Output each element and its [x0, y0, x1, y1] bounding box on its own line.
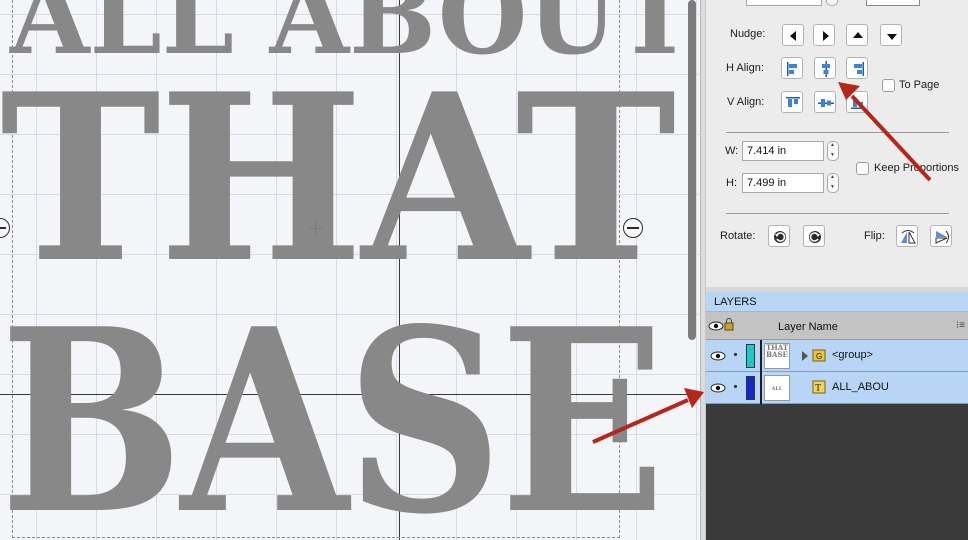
layers-column-header: Layer Name ⁝≡: [706, 312, 968, 340]
height-label: H:: [726, 177, 737, 189]
canvas-vertical-scrollbar[interactable]: [688, 0, 696, 340]
align-left-button[interactable]: [781, 57, 803, 79]
layers-empty-area: [706, 404, 968, 540]
rotate-ccw-button[interactable]: [768, 225, 790, 247]
v-align-label: V Align:: [727, 96, 765, 108]
layers-title: LAYERS: [714, 296, 757, 308]
lock-icon[interactable]: [724, 318, 734, 331]
rotate-cw-icon: [809, 231, 821, 243]
nudge-left-button[interactable]: [782, 24, 804, 46]
design-canvas[interactable]: ALL ABOUT THAT BASE: [0, 0, 700, 540]
layer-thumbnail: ALL ABOUT: [764, 375, 790, 401]
rotate-handle-right[interactable]: [623, 218, 643, 238]
visibility-eye-icon[interactable]: [710, 351, 726, 361]
lock-dot[interactable]: [734, 385, 737, 388]
svg-text:T: T: [815, 383, 821, 394]
height-field[interactable]: 7.499 in: [742, 173, 824, 193]
layer-name-column-label[interactable]: Layer Name: [778, 321, 838, 333]
group-folder-icon: G: [812, 349, 826, 362]
height-stepper[interactable]: [827, 173, 839, 193]
selection-bounds: [12, 0, 620, 538]
nudge-up-button[interactable]: [846, 24, 868, 46]
align-bottom-icon: [851, 99, 865, 109]
row-separator: [760, 340, 762, 372]
reference-point-grid[interactable]: [866, 0, 920, 6]
align-right-button[interactable]: [846, 57, 868, 79]
lock-dot[interactable]: [734, 353, 737, 356]
arrow-up-icon: [853, 32, 863, 38]
row-separator: [760, 372, 762, 404]
layers-panel-header: LAYERS: [706, 292, 968, 312]
column-menu-icon[interactable]: ⁝≡: [956, 320, 965, 331]
layer-color-chip[interactable]: [746, 376, 755, 400]
width-field[interactable]: 7.414 in: [742, 141, 824, 161]
divider: [726, 132, 949, 133]
arrow-right-icon: [823, 31, 829, 41]
expand-triangle-icon[interactable]: [800, 350, 810, 362]
top-partial-field[interactable]: [746, 0, 822, 6]
layer-name[interactable]: <group>: [832, 349, 873, 361]
layer-color-chip[interactable]: [746, 344, 755, 368]
flip-label: Flip:: [864, 230, 885, 242]
align-top-button[interactable]: [781, 91, 803, 113]
align-right-icon: [854, 62, 864, 76]
align-center-h-button[interactable]: [814, 57, 836, 79]
align-top-icon: [786, 97, 800, 107]
align-middle-button[interactable]: [814, 91, 836, 113]
rotate-ccw-icon: [774, 231, 786, 243]
keep-proportions-checkbox[interactable]: [856, 162, 869, 175]
center-crosshair-icon: [309, 222, 323, 236]
text-layer-icon: T: [812, 380, 826, 394]
flip-horizontal-icon: [901, 230, 916, 244]
align-left-icon: [787, 62, 797, 76]
layer-row[interactable]: THAT BASE G <group>: [706, 340, 968, 372]
flip-vertical-icon: [935, 230, 949, 244]
to-page-checkbox[interactable]: [882, 79, 895, 92]
visibility-eye-icon[interactable]: [710, 383, 726, 393]
keep-proportions-label: Keep Proportions: [874, 162, 959, 174]
layer-row[interactable]: ALL ABOUT T ALL_ABOU: [706, 372, 968, 404]
nudge-label: Nudge:: [730, 28, 766, 40]
layer-name[interactable]: ALL_ABOU: [832, 381, 889, 393]
svg-text:G: G: [816, 352, 822, 361]
visibility-eye-icon[interactable]: [708, 321, 724, 331]
to-page-label: To Page: [899, 79, 940, 91]
divider: [726, 213, 949, 214]
rotate-cw-button[interactable]: [803, 225, 825, 247]
nudge-down-button[interactable]: [880, 24, 902, 46]
flip-vertical-button[interactable]: [930, 225, 952, 247]
rotate-label: Rotate:: [720, 230, 756, 242]
align-middle-icon: [818, 99, 834, 107]
nudge-right-button[interactable]: [813, 24, 835, 46]
layer-thumbnail: THAT BASE: [764, 343, 790, 369]
align-center-icon: [822, 61, 830, 77]
arrow-left-icon: [790, 31, 796, 41]
flip-horizontal-button[interactable]: [896, 225, 918, 247]
width-stepper[interactable]: [827, 141, 839, 161]
align-bottom-button[interactable]: [846, 91, 868, 113]
h-align-label: H Align:: [726, 62, 764, 74]
arrow-down-icon: [887, 34, 897, 40]
width-label: W:: [725, 145, 739, 157]
